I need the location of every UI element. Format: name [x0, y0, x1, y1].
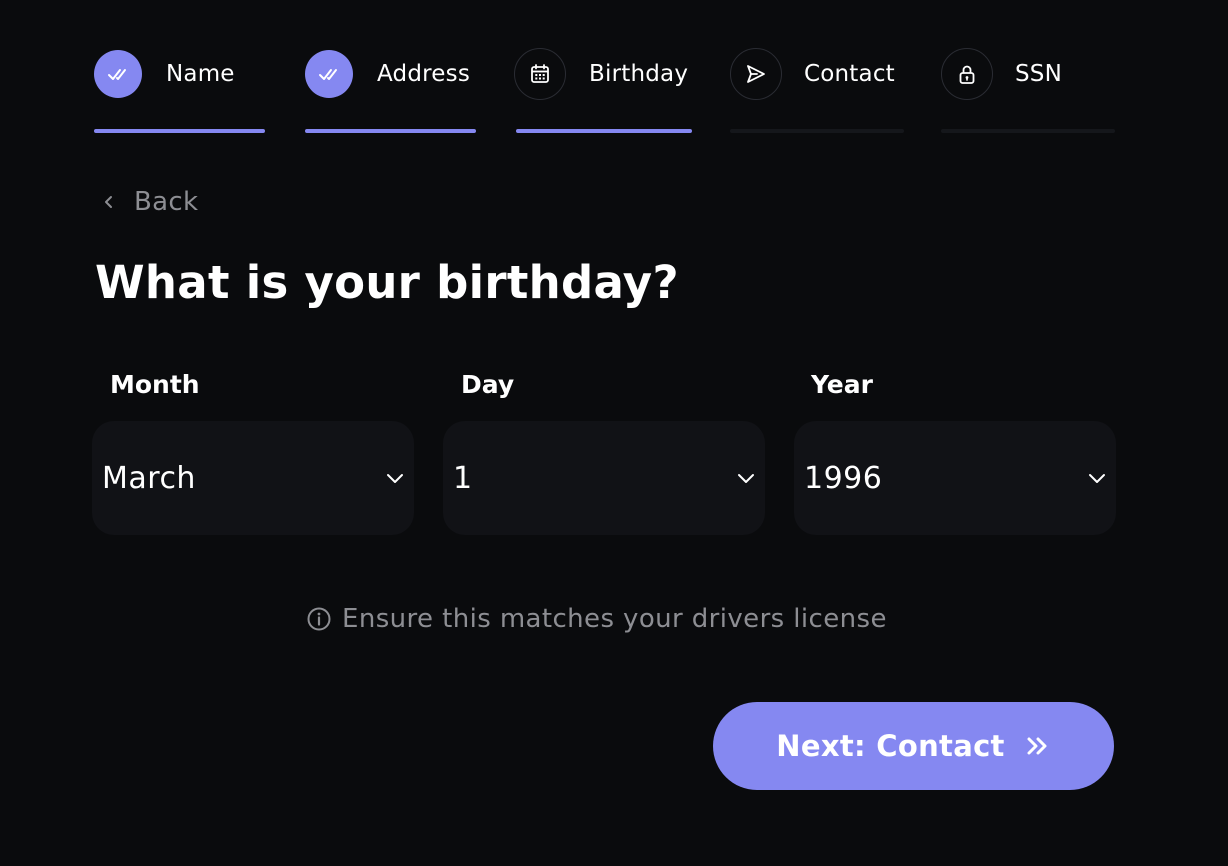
step-address[interactable]: Address — [305, 48, 476, 134]
double-chevron-right-icon — [1027, 737, 1047, 755]
year-select[interactable]: 1996 — [794, 421, 1116, 535]
page-title: What is your birthday? — [95, 256, 679, 309]
step-birthday[interactable]: Birthday — [514, 48, 692, 134]
back-link[interactable]: Back — [98, 184, 198, 220]
day-value: 1 — [453, 461, 473, 496]
chevron-down-icon — [1089, 474, 1105, 483]
step-ssn-label: SSN — [1015, 61, 1063, 87]
step-ssn-progress-bar — [941, 129, 1115, 133]
step-contact-progress-bar — [730, 129, 904, 133]
year-label: Year — [811, 370, 873, 399]
day-select[interactable]: 1 — [443, 421, 765, 535]
step-name[interactable]: Name — [94, 48, 265, 134]
chevron-down-icon — [738, 474, 754, 483]
birthday-step-page: Name Address Birthday Contact SSN Back W… — [0, 0, 1228, 866]
license-hint: Ensure this matches your drivers license — [306, 602, 887, 636]
step-birthday-label: Birthday — [589, 61, 689, 87]
step-contact-label: Contact — [804, 61, 895, 87]
double-check-icon — [108, 69, 126, 80]
chevron-left-icon — [98, 191, 120, 213]
month-select[interactable]: March — [92, 421, 414, 535]
chevron-down-icon — [387, 474, 403, 483]
next-button-label: Next: Contact — [776, 729, 1005, 763]
next-contact-button[interactable]: Next: Contact — [713, 702, 1114, 790]
info-icon — [307, 607, 331, 631]
step-address-progress-bar — [305, 129, 476, 133]
step-birthday-status — [514, 48, 566, 100]
year-value: 1996 — [804, 461, 883, 496]
step-ssn-status — [941, 48, 993, 100]
step-birthday-progress-bar — [516, 129, 692, 133]
month-label: Month — [110, 370, 200, 399]
step-contact[interactable]: Contact — [730, 48, 904, 134]
double-check-icon — [319, 69, 337, 80]
step-address-label: Address — [377, 61, 470, 87]
hint-text: Ensure this matches your drivers license — [342, 604, 887, 634]
step-name-status — [94, 50, 142, 98]
lock-icon — [959, 65, 975, 84]
month-value: March — [102, 461, 196, 496]
calendar-icon — [531, 64, 549, 83]
step-address-status — [305, 50, 353, 98]
step-contact-status — [730, 48, 782, 100]
back-label: Back — [134, 187, 199, 217]
day-label: Day — [461, 370, 515, 399]
step-name-label: Name — [166, 61, 235, 87]
step-name-progress-bar — [94, 129, 265, 133]
send-icon — [747, 65, 765, 83]
step-ssn[interactable]: SSN — [941, 48, 1115, 134]
